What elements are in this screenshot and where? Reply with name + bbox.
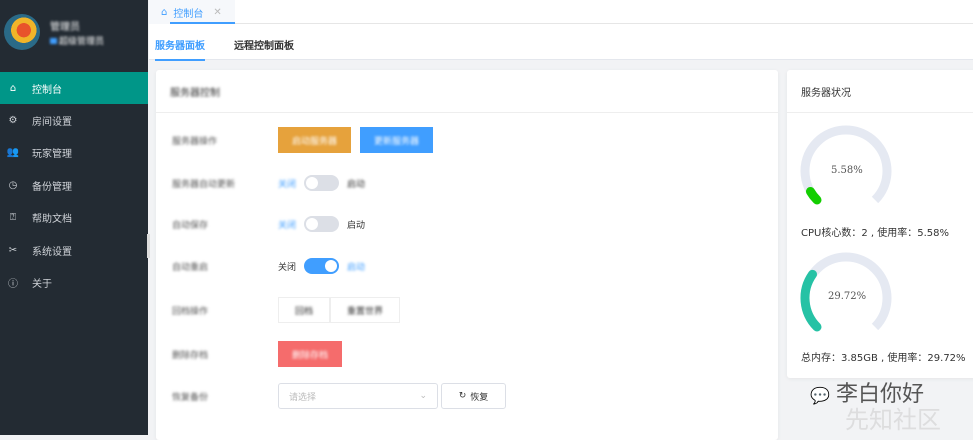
mem-percent: 29.72%	[828, 291, 867, 302]
gauges	[800, 125, 892, 332]
sidebar-item-label: 玩家管理	[32, 149, 72, 161]
mem-info: 总内存：3.85GB , 使用率：29.72%	[801, 353, 966, 364]
refresh-icon: ↻	[458, 391, 467, 401]
cpu-percent: 5.58%	[831, 165, 863, 176]
sidebar-item-room-settings[interactable]: ⚙ 房间设置	[0, 104, 148, 136]
delete-save-button[interactable]: 删除存档	[278, 341, 343, 367]
row-label: 服务器操作	[172, 136, 218, 147]
info-icon: ⓘ	[8, 279, 18, 291]
row-label: 自动保存	[172, 220, 209, 231]
row-label: 恢复备份	[172, 392, 209, 403]
username: 管理员	[50, 22, 80, 33]
sidebar-item-label: 关于	[32, 279, 52, 291]
start-server-button[interactable]: 启动服务器	[278, 127, 352, 153]
sidebar-item-system[interactable]: ✂ 系统设置	[0, 234, 148, 266]
avatar	[4, 14, 40, 50]
backup-select[interactable]: 请选择 ⌄	[278, 383, 438, 409]
sidebar-item-label: 帮助文档	[32, 214, 72, 226]
sidebar: 管理员 超级管理员 ⌂ 控制台 ⚙ 房间设置 👥 玩家管理 ◷ 备份管理 ⍰ 帮助文档 ✂…	[0, 0, 148, 435]
sidebar-item-label: 备份管理	[32, 181, 72, 193]
sidebar-item-label: 控制台	[32, 84, 62, 96]
watermark-xianzhi: 先知社区	[845, 406, 941, 434]
tab-server-panel[interactable]: 服务器面板	[155, 37, 205, 61]
sidebar-item-label: 房间设置	[32, 117, 72, 129]
help-doc-icon: ⍰	[10, 212, 16, 224]
home-icon: ⌂	[161, 6, 168, 18]
auto-save-switch[interactable]: 关闭 启动	[278, 216, 365, 232]
server-control-card: 服务器控制 服务器操作 启动服务器 更新服务器 服务器自动更新 关闭 启动 自动保…	[156, 70, 778, 440]
auto-update-switch[interactable]: 关闭 启动	[278, 175, 365, 191]
row-label: 自动重启	[172, 262, 209, 273]
chevron-down-icon: ⌄	[419, 391, 427, 401]
update-server-button[interactable]: 更新服务器	[360, 127, 434, 153]
mem-gauge-fill	[800, 269, 822, 332]
sidebar-item-about[interactable]: ⓘ 关于	[0, 266, 148, 298]
sidebar-item-backup[interactable]: ◷ 备份管理	[0, 169, 148, 201]
tab-console[interactable]: ⌂ 控制台 ✕	[149, 0, 235, 24]
subtab-bar: 服务器面板 远程控制面板	[149, 24, 973, 61]
restore-button[interactable]: ↻ 恢复	[441, 383, 506, 409]
clock-icon: ◷	[8, 179, 18, 191]
sidebar-item-console[interactable]: ⌂ 控制台	[0, 72, 148, 105]
cpu-gauge-fill	[805, 186, 822, 205]
tab-remote-panel[interactable]: 远程控制面板	[234, 37, 294, 52]
sidebar-item-players[interactable]: 👥 玩家管理	[0, 137, 148, 169]
cpu-info: CPU核心数：2 , 使用率：5.58%	[801, 228, 949, 239]
row-label: 回档操作	[172, 306, 209, 317]
server-status-card: 服务器状况 5.58% CPU核心数：2 , 使用率：5.58% 29.72% …	[787, 70, 973, 378]
home-icon: ⌂	[9, 82, 17, 94]
sidebar-item-help[interactable]: ⍰ 帮助文档	[0, 202, 148, 234]
sidebar-collapse-handle[interactable]	[147, 234, 150, 258]
users-icon: 👥	[6, 147, 20, 159]
user-role: 超级管理员	[50, 34, 104, 47]
tab-bar: ⌂ 控制台 ✕	[149, 0, 973, 24]
wechat-icon: 💬	[810, 388, 830, 405]
tab-label: 控制台	[173, 8, 204, 20]
card-title: 服务器状况	[801, 87, 851, 99]
sidebar-item-label: 系统设置	[32, 246, 72, 258]
gear-icon: ⚙	[8, 115, 18, 127]
row-label: 服务器自动更新	[172, 179, 236, 190]
row-label: 删除存档	[172, 350, 209, 361]
reset-world-button[interactable]: 重置世界	[330, 297, 401, 323]
rollback-button[interactable]: 回档	[278, 297, 331, 323]
close-icon[interactable]: ✕	[213, 7, 221, 18]
tools-icon: ✂	[8, 244, 18, 256]
auto-restart-switch[interactable]: 关闭 启动	[278, 258, 365, 274]
card-title: 服务器控制	[170, 87, 220, 99]
